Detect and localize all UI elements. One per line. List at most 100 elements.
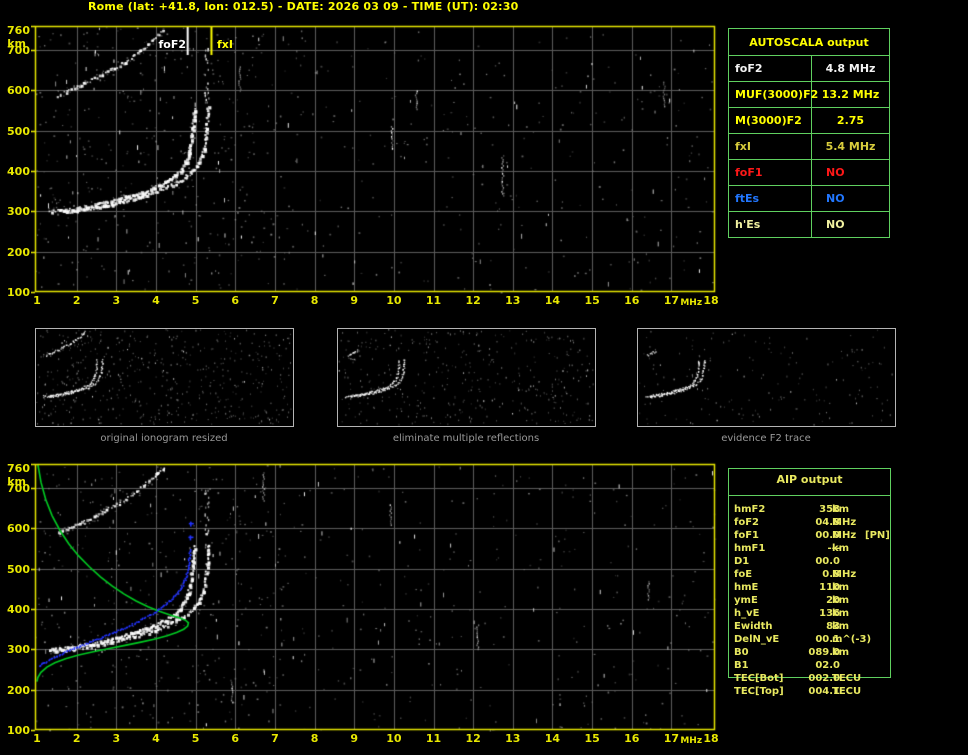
y-tick-label: 200 [7, 683, 30, 697]
parameter-name: foF2 [734, 517, 760, 528]
parameter-value: 136 [819, 608, 840, 619]
parameter-unit: km [832, 504, 850, 515]
top-ionogram-plot [31, 22, 719, 294]
aip-row-b1: B1 02.0 [728, 660, 928, 672]
parameter-name: M(3000)F2 [729, 108, 812, 133]
y-tick-label: 200 [7, 245, 30, 259]
parameter-unit: MHz [832, 517, 857, 528]
x-tick-label: 8 [310, 294, 319, 307]
parameter-value: 110 [819, 582, 840, 593]
parameter-value: NO [826, 166, 845, 179]
parameter-name: Ewidth [734, 621, 773, 632]
y-tick-label: 500 [7, 124, 30, 138]
autoscala-row-muf3000f2: MUF(3000)F2 13.2 MHz [729, 81, 889, 107]
x-tick-label: 11 [425, 732, 442, 745]
x-tick-label: 3 [112, 294, 121, 307]
parameter-value: 20 [826, 595, 840, 606]
aip-row-fof1: foF1 00.0 MHz [PN] [728, 530, 928, 542]
autoscala-table-title: AUTOSCALA output [749, 35, 869, 49]
x-tick-label: 15 [584, 732, 600, 745]
parameter-name: foF1 [734, 530, 760, 541]
parameter-name: B0 [734, 647, 749, 658]
autoscala-row-fof2: foF2 4.8 MHz [729, 55, 889, 81]
parameter-value: NO [826, 218, 845, 231]
x-tick-label: 6 [231, 732, 240, 745]
x-axis-unit-label: MHz [680, 298, 703, 308]
x-tick-label: 5 [191, 294, 200, 307]
y-tick-label: 760 [7, 462, 30, 475]
parameter-name: foE [734, 569, 753, 580]
x-tick-label: 11 [425, 294, 442, 307]
autoscala-row-fxi: fxI 5.4 MHz [729, 133, 889, 159]
x-tick-label: 13 [505, 732, 521, 745]
parameter-value: 5.4 MHz [825, 140, 876, 153]
x-axis-unit-label: MHz [680, 736, 703, 746]
x-tick-label: 15 [584, 294, 600, 307]
y-tick-label: 600 [7, 84, 30, 98]
autoscala-row-fof1: foF1 NO [729, 159, 889, 185]
parameter-name: hmF2 [734, 504, 766, 515]
parameter-name: h'Es [729, 212, 812, 237]
parameter-value: 4.8 MHz [825, 62, 876, 75]
aip-row-fof2: foF2 04.8 MHz [728, 517, 928, 529]
aip-row-yme: ymE 20 km [728, 595, 928, 607]
panel-caption-evidence: evidence F2 trace [721, 433, 811, 444]
aip-table-title: AIP output [776, 473, 843, 486]
x-tick-label: 9 [350, 732, 359, 745]
aip-output-table: AIP output hmF2 358 km foF2 04.8 MHz foF1 00.0 M… [728, 468, 898, 703]
parameter-name: ftEs [729, 186, 812, 211]
x-tick-label: 18 [703, 294, 719, 307]
y-tick-label: 300 [7, 205, 30, 219]
aip-row-b0: B0 089.0 km [728, 647, 928, 659]
x-tick-label: 14 [544, 732, 561, 745]
parameter-name: fxI [729, 134, 812, 159]
x-tick-label: 13 [505, 294, 521, 307]
parameter-name: h_vE [734, 608, 760, 619]
parameter-name: D1 [734, 556, 750, 567]
parameter-unit: km [832, 595, 850, 606]
y-tick-label: 300 [7, 643, 30, 657]
aip-row-hmf1: hmF1 --- km [728, 543, 928, 555]
panel-evidence-f2-trace [637, 328, 896, 427]
x-tick-label: 5 [191, 732, 200, 745]
parameter-value: 00.0 [815, 530, 840, 541]
parameter-value: 13.2 MHz [821, 88, 880, 101]
aip-row-hve: h_vE 136 km [728, 608, 928, 620]
parameter-unit: km [832, 543, 850, 554]
parameter-value: 00.1 [815, 634, 840, 645]
parameter-value: 004.1 [808, 686, 840, 697]
x-tick-label: 10 [386, 294, 402, 307]
parameter-name: hmE [734, 582, 759, 593]
parameter-name: B1 [734, 660, 749, 671]
autoscala-row-ftes: ftEs NO [729, 185, 889, 211]
x-tick-label: 3 [112, 732, 121, 745]
x-tick-label: 6 [231, 294, 240, 307]
x-tick-label: 4 [152, 294, 160, 307]
parameter-name: MUF(3000)F2 [729, 82, 818, 107]
x-tick-label: 4 [152, 732, 160, 745]
x-tick-label: 16 [624, 732, 640, 745]
x-tick-label: 17 [663, 294, 680, 307]
y-axis-unit-label: km [7, 37, 26, 50]
aip-row-d1: D1 00.0 [728, 556, 928, 568]
x-tick-label: 12 [465, 732, 481, 745]
y-tick-label: 600 [7, 522, 30, 536]
bottom-ionogram-profile-plot [31, 460, 719, 732]
aip-row-tectop: TEC[Top] 004.1 TECU [728, 686, 928, 698]
aip-row-hme: hmE 110 km [728, 582, 928, 594]
parameter-name: DelN_vE [734, 634, 780, 645]
parameter-unit: km [832, 582, 850, 593]
panel-caption-eliminate: eliminate multiple reflections [392, 433, 540, 444]
x-tick-label: 17 [663, 732, 680, 745]
station-date-title: Rome (lat: +41.8, lon: 012.5) - DATE: 20… [88, 0, 519, 13]
parameter-value: 83 [826, 621, 840, 632]
panel-original-ionogram [35, 328, 294, 427]
x-tick-label: 1 [33, 732, 41, 745]
parameter-value: 00.0 [815, 556, 840, 567]
y-tick-label: 400 [7, 603, 30, 617]
x-tick-label: 8 [310, 732, 319, 745]
aip-row-hmf2: hmF2 358 km [728, 504, 928, 516]
parameter-name: foF1 [729, 160, 812, 185]
parameter-unit: km [832, 621, 850, 632]
aip-row-ewidth: Ewidth 83 km [728, 621, 928, 633]
